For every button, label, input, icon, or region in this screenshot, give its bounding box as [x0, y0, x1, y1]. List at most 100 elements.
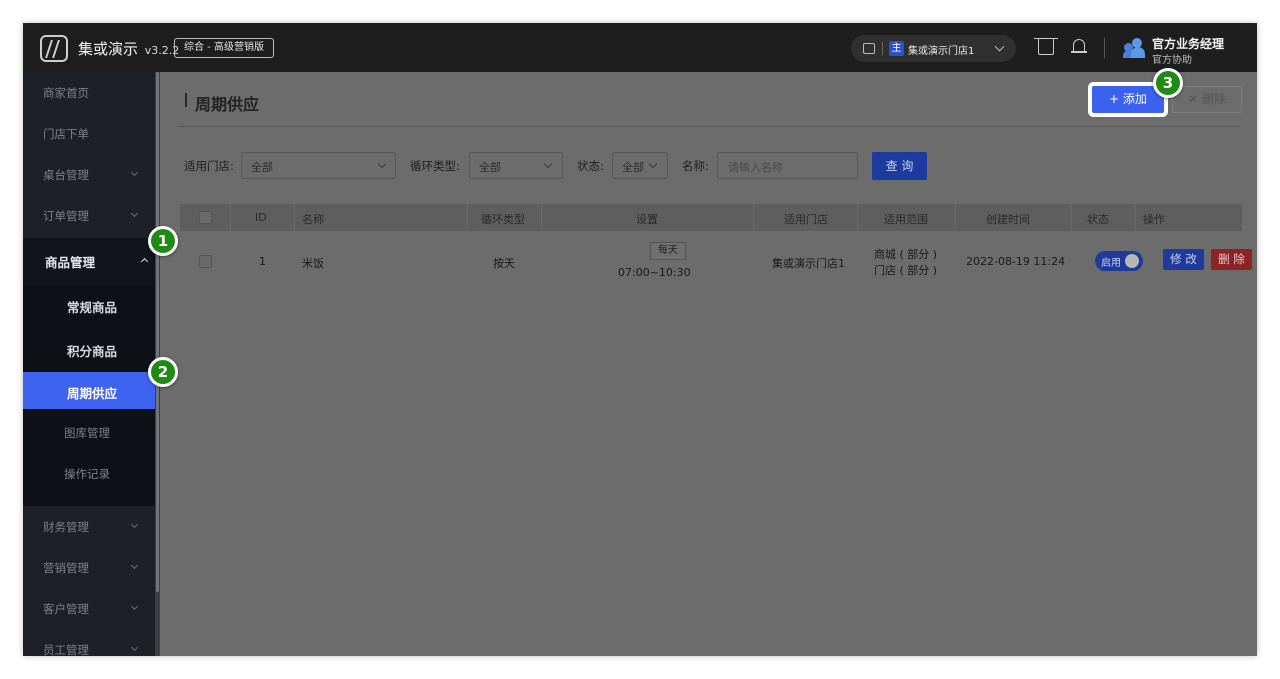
- sidebar-item-marketing[interactable]: 营销管理: [23, 547, 155, 588]
- sidebar: 商家首页 门店下单 桌台管理 订单管理 商品管理 常规商品 积分商品 图库管理: [23, 72, 155, 656]
- divider: [177, 126, 1240, 127]
- add-button-label: 添加: [1122, 92, 1147, 106]
- status-filter-select[interactable]: 全部: [612, 152, 668, 179]
- edition-badge[interactable]: 综合 - 高级营销版: [174, 38, 274, 58]
- add-button[interactable]: + 添加: [1092, 86, 1164, 113]
- status-filter-label: 状态:: [577, 159, 604, 173]
- column-header: 循环类型: [481, 213, 525, 226]
- cell-cycle: 按天: [493, 257, 515, 270]
- row-delete-button[interactable]: 删 除: [1211, 249, 1252, 270]
- divider: [882, 42, 883, 55]
- sidebar-item-label: 订单管理: [43, 209, 89, 223]
- sidebar-item-label: 门店下单: [43, 127, 89, 141]
- user-role: 官方协助: [1152, 55, 1192, 66]
- status-toggle[interactable]: 启用: [1095, 251, 1143, 271]
- chevron-down-icon: [543, 159, 553, 169]
- table-header: ID 名称 循环类型 设置 适用门店 适用范围 创建时间 状态 操作: [180, 204, 1242, 231]
- sidebar-subitem-label: 常规商品: [67, 300, 118, 315]
- chevron-down-icon: [377, 159, 387, 169]
- toggle-knob: [1125, 254, 1139, 268]
- chevron-down-icon: [130, 643, 139, 652]
- store-filter-value: 全部: [251, 161, 273, 174]
- store-switcher[interactable]: 主 集或演示门店1: [851, 35, 1016, 62]
- page-title-text: 周期供应: [195, 95, 260, 114]
- edit-button[interactable]: 修 改: [1163, 249, 1204, 270]
- sidebar-item-store-order[interactable]: 门店下单: [23, 113, 155, 154]
- select-all-checkbox[interactable]: [199, 211, 212, 224]
- chevron-down-icon: [648, 159, 658, 169]
- row-checkbox[interactable]: [199, 255, 212, 268]
- cell-store: 集或演示门店1: [772, 257, 845, 270]
- sidebar-item-label: 桌台管理: [43, 168, 89, 182]
- user-group-icon[interactable]: [1123, 38, 1146, 58]
- status-filter-value: 全部: [622, 161, 644, 174]
- sidebar-item-orders[interactable]: 订单管理: [23, 195, 155, 236]
- sidebar-subitem-label: 图库管理: [64, 426, 110, 440]
- app-name: 集或演示: [78, 40, 139, 58]
- delete-button-label: 删除: [1201, 92, 1226, 106]
- column-header: 适用范围: [884, 213, 928, 226]
- cycle-filter-select[interactable]: 全部: [469, 152, 563, 179]
- sidebar-subitem-logs[interactable]: 操作记录: [23, 454, 155, 494]
- user-name[interactable]: 官方业务经理: [1152, 35, 1224, 52]
- sidebar-subitem-label: 操作记录: [64, 467, 110, 481]
- sidebar-item-label: 营销管理: [43, 561, 89, 575]
- name-search-input[interactable]: 请输入名称: [717, 152, 858, 179]
- bell-icon[interactable]: [1071, 39, 1087, 53]
- logo-icon: [40, 35, 68, 62]
- sidebar-item-finance[interactable]: 财务管理: [23, 506, 155, 547]
- store-filter-select[interactable]: 全部: [241, 152, 396, 179]
- cell-setting-tag: 每天: [650, 242, 686, 260]
- scrollbar-thumb[interactable]: [156, 72, 159, 592]
- app-brand: 集或演示 v3.2.2: [78, 38, 179, 59]
- sidebar-item-label: 财务管理: [43, 520, 89, 534]
- chevron-down-icon: [130, 561, 139, 570]
- cell-id: 1: [259, 255, 266, 268]
- sidebar-item-home[interactable]: 商家首页: [23, 72, 155, 113]
- name-filter-label: 名称:: [682, 159, 709, 173]
- sidebar-subitem-gallery[interactable]: 图库管理: [23, 413, 155, 453]
- sidebar-subitem-cycle-supply[interactable]: 周期供应: [23, 372, 164, 409]
- column-header: 状态: [1087, 213, 1109, 226]
- column-header: 操作: [1143, 213, 1165, 226]
- cell-created: 2022-08-19 11:24: [966, 255, 1066, 268]
- step-marker-3: 3: [1153, 68, 1183, 98]
- column-header: 名称: [302, 213, 324, 226]
- theme-shirt-icon[interactable]: [1034, 38, 1058, 55]
- top-bar: 集或演示 v3.2.2 综合 - 高级营销版 主 集或演示门店1 官方业务经理 …: [23, 23, 1257, 72]
- query-button[interactable]: 查 询: [872, 152, 927, 180]
- column-header: 创建时间: [986, 213, 1030, 226]
- sidebar-item-label: 员工管理: [43, 643, 89, 656]
- cell-scope-store: 门店 ( 部分 ): [874, 264, 938, 277]
- chevron-down-icon: [130, 209, 139, 218]
- column-header: 设置: [636, 213, 658, 226]
- chevron-down-icon: [994, 41, 1005, 52]
- main-content: 周期供应 + 添加 ✕ 删除 适用门店: 全部 循环类型: 全部 状态: 全部 …: [160, 72, 1257, 656]
- store-icon: [863, 43, 875, 54]
- cell-scope-mall: 商城 ( 部分 ): [874, 248, 938, 261]
- sidebar-item-label: 客户管理: [43, 602, 89, 616]
- sidebar-subitem-label: 周期供应: [67, 386, 118, 401]
- cycle-filter-value: 全部: [479, 161, 501, 174]
- chevron-down-icon: [130, 520, 139, 529]
- sidebar-group-products[interactable]: 商品管理: [23, 238, 155, 285]
- sidebar-item-tables[interactable]: 桌台管理: [23, 154, 155, 195]
- sidebar-group-label: 商品管理: [45, 255, 96, 270]
- column-header: 适用门店: [784, 213, 828, 226]
- sidebar-item-customers[interactable]: 客户管理: [23, 588, 155, 629]
- page-title: 周期供应: [185, 91, 259, 115]
- store-name: 集或演示门店1: [908, 46, 975, 57]
- chevron-down-icon: [130, 602, 139, 611]
- status-toggle-label: 启用: [1101, 258, 1121, 269]
- step-marker-1: 1: [148, 226, 178, 256]
- sidebar-subitem-regular[interactable]: 常规商品: [23, 285, 155, 325]
- cell-setting-time: 07:00~10:30: [618, 266, 691, 279]
- sidebar-subitem-points[interactable]: 积分商品: [23, 329, 155, 369]
- cell-name: 米饭: [302, 257, 324, 270]
- cycle-filter-label: 循环类型:: [410, 159, 460, 173]
- table-row: 1 米饭 按天 每天 07:00~10:30 集或演示门店1 商城 ( 部分 )…: [180, 231, 1252, 293]
- sidebar-item-staff[interactable]: 员工管理: [23, 629, 155, 656]
- step-marker-2: 2: [148, 357, 178, 387]
- delete-button[interactable]: ✕ 删除: [1172, 86, 1242, 113]
- main-store-badge: 主: [889, 41, 904, 56]
